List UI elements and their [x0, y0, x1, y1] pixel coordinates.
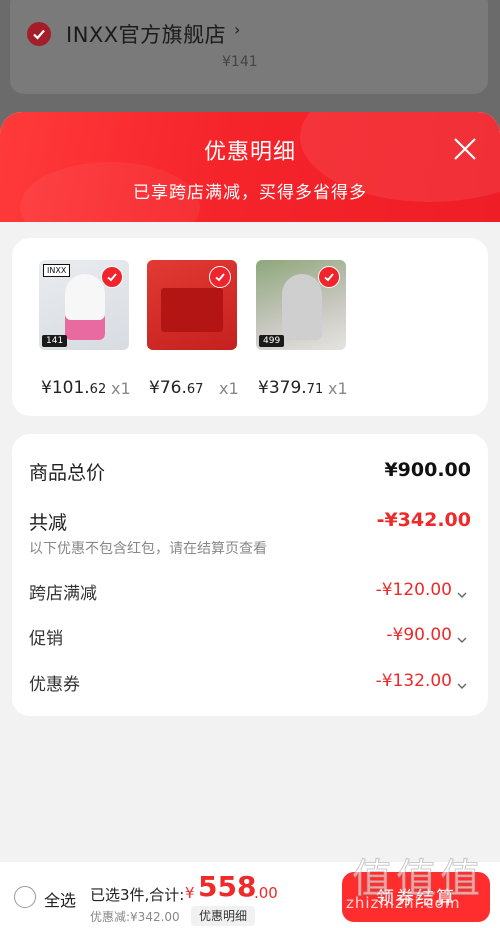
product-badge: 499	[259, 335, 285, 347]
total-reduce-label: 共减	[29, 512, 68, 534]
select-all-radio[interactable]	[14, 886, 36, 908]
product-image	[147, 260, 237, 350]
product-image: 499	[256, 260, 346, 350]
discount-item-label: 优惠券	[29, 675, 80, 695]
selected-count: 已选3件,合计:	[90, 886, 185, 904]
product-figure	[161, 288, 223, 332]
price-decimal: 62	[89, 382, 107, 397]
discount-detail-button[interactable]: 优惠明细	[191, 906, 256, 926]
discount-item-label: 跨店满减	[29, 584, 97, 604]
price-decimal: 71	[306, 382, 324, 397]
sheet-header: 优惠明细 已享跨店满减，买得多省得多	[0, 112, 500, 252]
discount-detail-sheet: 优惠明细 已享跨店满减，买得多省得多 INXX 141 ¥101.62 x1 ¥…	[0, 112, 500, 928]
product-check-icon[interactable]	[101, 266, 123, 288]
reduce-note: 以下优惠不包含红包，请在结算页查看	[29, 541, 267, 557]
shop-arrow-icon: ›	[234, 20, 241, 39]
shop-price: ¥141	[222, 54, 258, 70]
product-qty: x1	[111, 379, 131, 398]
products-card: INXX 141 ¥101.62 x1 ¥76.67 x1 499 ¥379.7…	[12, 238, 488, 416]
chevron-down-icon[interactable]	[456, 586, 468, 598]
product-figure	[65, 274, 105, 340]
total-reduce-value: -¥342.00	[376, 509, 471, 531]
checkout-button[interactable]: 领券结算	[342, 872, 490, 922]
discount-summary: 优惠减:¥342.00	[90, 910, 180, 924]
product-qty: x1	[219, 379, 239, 398]
total-currency: ¥	[185, 884, 195, 902]
sheet-subtitle: 已享跨店满减，买得多省得多	[133, 183, 367, 203]
total-price-value: ¥900.00	[384, 459, 471, 481]
product-check-icon[interactable]	[209, 266, 231, 288]
price-int: ¥76.	[149, 378, 187, 398]
product-price: ¥379.71	[258, 378, 323, 398]
discount-item-label: 促销	[29, 629, 63, 649]
price-int: ¥101.	[41, 378, 90, 398]
product-qty: x1	[328, 379, 348, 398]
background-page: INXX官方旗舰店 › ¥141	[0, 0, 500, 130]
chevron-down-icon[interactable]	[456, 677, 468, 689]
close-icon[interactable]	[450, 134, 480, 164]
shop-check-icon	[27, 22, 51, 46]
discount-item-value[interactable]: -¥120.00	[376, 580, 452, 600]
product-item[interactable]: 499 ¥379.71 x1	[256, 260, 348, 398]
checkout-bar: 全选 已选3件,合计: ¥ 558 .00 优惠减:¥342.00 优惠明细 领…	[0, 862, 500, 928]
product-price: ¥101.62	[41, 378, 106, 398]
product-price: ¥76.67	[149, 378, 203, 398]
sheet-title: 优惠明细	[203, 140, 296, 165]
summary-card: 商品总价 ¥900.00 共减 -¥342.00 以下优惠不包含红包，请在结算页…	[12, 434, 488, 716]
shop-name: INXX官方旗舰店	[66, 23, 227, 47]
product-brand: INXX	[43, 264, 71, 277]
product-item[interactable]: INXX 141 ¥101.62 x1	[39, 260, 131, 398]
price-int: ¥379.	[258, 378, 307, 398]
product-figure	[282, 274, 322, 340]
discount-item-value[interactable]: -¥90.00	[386, 625, 452, 645]
product-badge: 141	[42, 335, 68, 347]
total-decimal: .00	[254, 884, 278, 902]
total-amount: 558	[198, 870, 257, 903]
product-image: INXX 141	[39, 260, 129, 350]
select-all-label[interactable]: 全选	[44, 887, 76, 911]
product-item[interactable]: ¥76.67 x1	[147, 260, 239, 398]
price-decimal: 67	[186, 382, 204, 397]
chevron-down-icon[interactable]	[456, 631, 468, 643]
total-price-label: 商品总价	[29, 462, 106, 484]
product-check-icon[interactable]	[318, 266, 340, 288]
discount-item-value[interactable]: -¥132.00	[376, 671, 452, 691]
